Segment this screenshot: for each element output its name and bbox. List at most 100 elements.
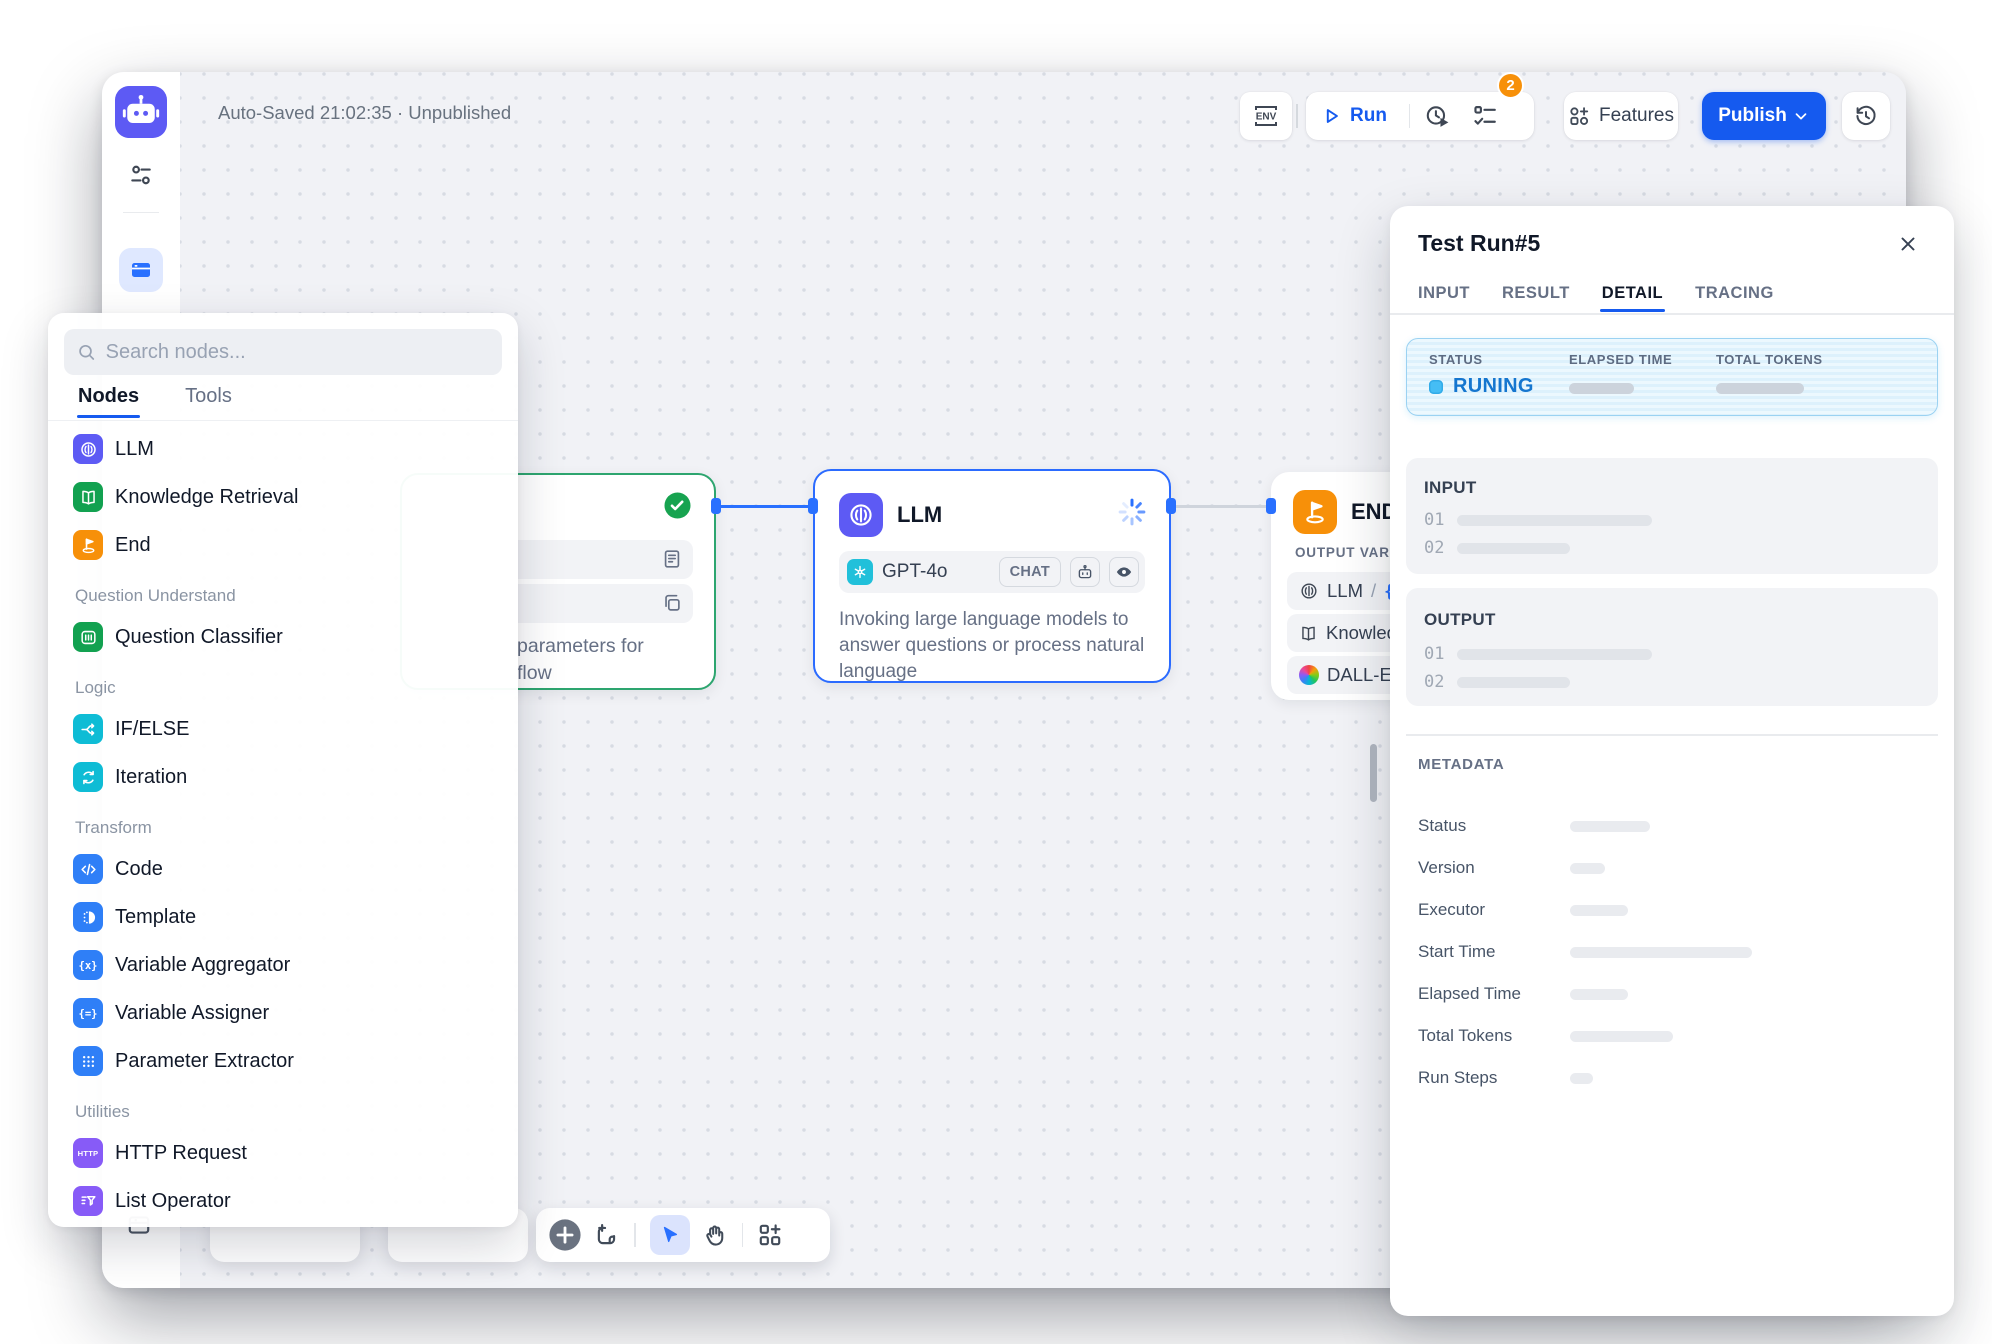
close-button[interactable] — [1890, 226, 1926, 262]
app-avatar[interactable] — [115, 86, 167, 138]
total-tokens-label: TOTAL TOKENS — [1716, 352, 1823, 367]
input-skeleton — [1457, 543, 1570, 554]
status-card: STATUS ELAPSED TIME TOTAL TOKENS RUNING — [1406, 338, 1938, 416]
llm-icon — [73, 434, 103, 464]
value-skeleton — [1570, 821, 1650, 832]
features-icon — [1568, 105, 1590, 127]
loading-spinner-icon — [1117, 497, 1147, 527]
llm-node-icon — [839, 493, 883, 537]
run-history-clock-icon[interactable] — [1424, 103, 1450, 129]
env-button[interactable]: ENV — [1240, 92, 1292, 140]
tab-tools[interactable]: Tools — [185, 385, 232, 418]
test-run-panel: Test Run#5 INPUT RESULT DETAIL TRACING S… — [1390, 206, 1954, 1316]
workflow-editor: Auto-Saved 21:02:35 · Unpublished ENV Ru… — [0, 0, 1992, 1344]
search-box[interactable] — [64, 329, 502, 375]
add-note-button[interactable] — [594, 1222, 620, 1248]
panel-resize-handle[interactable] — [1370, 744, 1377, 802]
tab-nodes[interactable]: Nodes — [78, 385, 139, 418]
hand-tool-button[interactable] — [702, 1222, 728, 1248]
close-icon — [1897, 233, 1919, 255]
canvas-tool-button[interactable] — [119, 248, 163, 292]
node-item-parameter-extractor[interactable]: Parameter Extractor — [64, 1037, 508, 1085]
group-divider — [1409, 104, 1411, 128]
model-selector[interactable]: GPT-4o CHAT — [839, 551, 1145, 593]
metadata-row: Total Tokens — [1418, 1015, 1926, 1057]
node-item-llm[interactable]: LLM — [64, 425, 508, 473]
tab-tracing[interactable]: TRACING — [1695, 284, 1774, 311]
node-item-if-else[interactable]: IF/ELSE — [64, 705, 508, 753]
tab-detail[interactable]: DETAIL — [1602, 284, 1663, 311]
add-node-button[interactable] — [548, 1218, 582, 1252]
code-icon — [73, 854, 103, 884]
metadata-title: METADATA — [1418, 756, 1504, 773]
preferences-sliders-icon[interactable] — [128, 162, 154, 188]
test-run-title: Test Run#5 — [1418, 230, 1540, 257]
palette-tabs: Nodes Tools — [78, 385, 232, 418]
node-item-variable-aggregator[interactable]: {x} Variable Aggregator — [64, 941, 508, 989]
robot-badge-icon — [1076, 563, 1094, 581]
if-else-icon — [73, 714, 103, 744]
list-operator-icon — [73, 1186, 103, 1216]
metadata-row: Status — [1418, 805, 1926, 847]
node-item-code[interactable]: Code — [64, 845, 508, 893]
node-item-list-operator[interactable]: List Operator — [64, 1177, 508, 1225]
checklist-icon[interactable] — [1472, 103, 1498, 129]
iteration-icon — [73, 762, 103, 792]
input-skeleton — [1457, 515, 1652, 526]
autosave-status: Auto-Saved 21:02:35 · Unpublished — [218, 102, 511, 124]
agent-badge[interactable] — [1070, 557, 1100, 587]
output-card: OUTPUT 01 02 — [1406, 588, 1938, 706]
value-skeleton — [1570, 905, 1628, 916]
node-list: LLM Knowledge Retrieval — [64, 425, 508, 1225]
run-button[interactable]: Run — [1350, 105, 1387, 127]
vision-badge[interactable] — [1109, 557, 1139, 587]
organize-nodes-button[interactable] — [757, 1222, 783, 1248]
cursor-icon — [659, 1224, 681, 1246]
end-node-input-handle[interactable] — [1266, 498, 1276, 514]
llm-node-output-handle[interactable] — [1166, 498, 1176, 514]
section-transform: Transform — [64, 801, 508, 845]
node-item-question-classifier[interactable]: Question Classifier — [64, 613, 508, 661]
edge-llm-to-end — [1171, 505, 1271, 508]
toolbar-divider — [634, 1223, 636, 1247]
tab-input[interactable]: INPUT — [1418, 284, 1470, 311]
variable-source: DALL-E — [1327, 664, 1392, 686]
start-node-description: parameters for flow — [517, 633, 644, 687]
section-utilities: Utilities — [64, 1085, 508, 1129]
llm-node-input-handle[interactable] — [808, 498, 818, 514]
node-item-template[interactable]: Template — [64, 893, 508, 941]
model-name: GPT-4o — [882, 561, 947, 583]
node-item-end[interactable]: End — [64, 521, 508, 569]
value-skeleton — [1570, 863, 1605, 874]
llm-node[interactable]: LLM — [813, 469, 1171, 683]
version-history-button[interactable] — [1842, 92, 1890, 140]
play-icon[interactable] — [1320, 105, 1342, 127]
toolbar-divider — [742, 1223, 744, 1247]
value-skeleton — [1570, 1073, 1593, 1084]
features-button[interactable]: Features — [1564, 92, 1678, 140]
llm-mini-icon — [1299, 581, 1319, 601]
palette-divider — [48, 420, 518, 421]
start-node-output-handle[interactable] — [711, 498, 721, 514]
gpt-model-icon — [847, 559, 873, 585]
metadata-divider — [1406, 734, 1938, 736]
node-item-knowledge-retrieval[interactable]: Knowledge Retrieval — [64, 473, 508, 521]
env-icon: ENV — [1251, 102, 1281, 130]
search-icon — [77, 342, 96, 362]
node-item-variable-assigner[interactable]: {=} Variable Assigner — [64, 989, 508, 1037]
variable-aggregator-icon: {x} — [73, 950, 103, 980]
search-input[interactable] — [106, 341, 489, 364]
variable-source: LLM — [1327, 580, 1363, 602]
svg-text:HTTP: HTTP — [78, 1149, 99, 1158]
pointer-tool-button[interactable] — [650, 1215, 690, 1255]
features-label: Features — [1599, 105, 1674, 127]
running-status-dot — [1429, 380, 1443, 394]
node-item-http-request[interactable]: HTTP HTTP Request — [64, 1129, 508, 1177]
tab-result[interactable]: RESULT — [1502, 284, 1570, 311]
node-item-iteration[interactable]: Iteration — [64, 753, 508, 801]
publish-button[interactable]: Publish — [1702, 92, 1826, 140]
metadata-row: Elapsed Time — [1418, 973, 1926, 1015]
running-status-value: RUNING — [1453, 375, 1534, 398]
checklist-count-badge[interactable]: 2 — [1497, 72, 1524, 99]
elapsed-skeleton — [1569, 383, 1634, 394]
